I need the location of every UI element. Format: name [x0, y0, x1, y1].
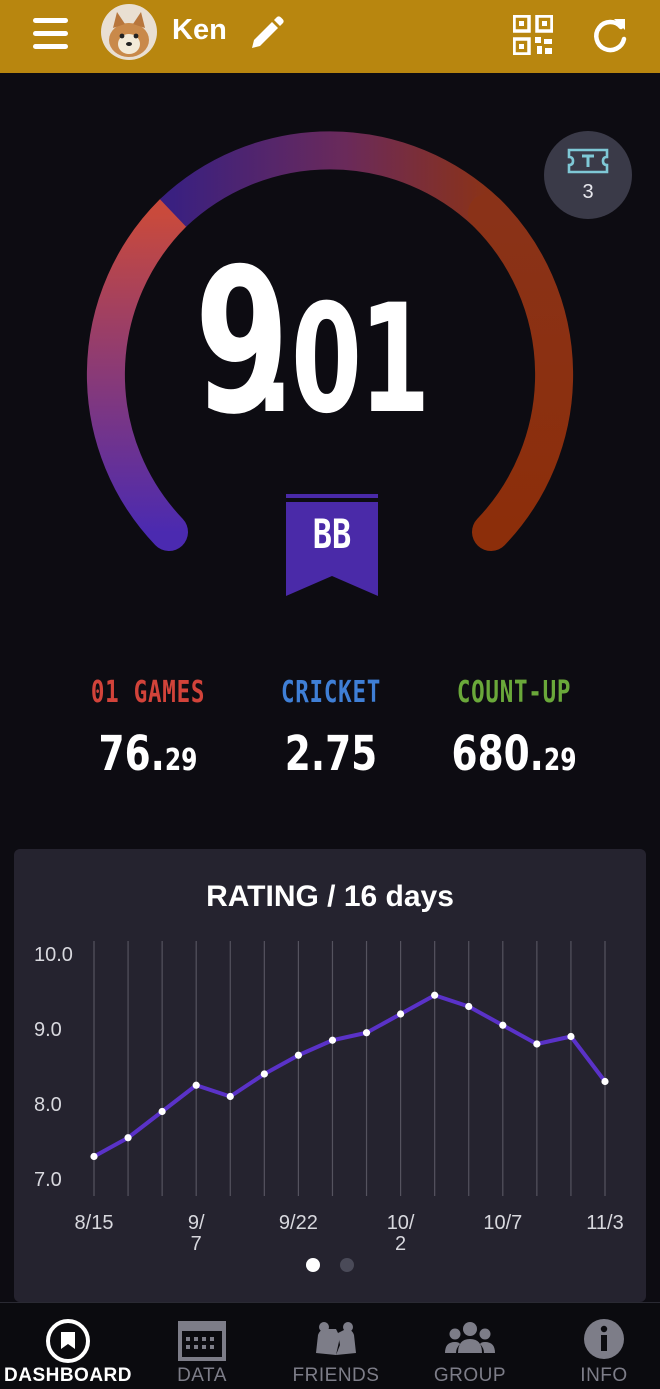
- avatar[interactable]: [101, 4, 157, 60]
- chart-x-tick-label: 9/22: [279, 1212, 318, 1234]
- group-icon: [445, 1322, 495, 1353]
- ticket-button[interactable]: 3: [544, 131, 632, 219]
- chart-x-tick-label: 9/7: [188, 1212, 205, 1255]
- stat-label: CRICKET: [280, 675, 382, 710]
- nav-dashboard[interactable]: DASHBOARD: [2, 1303, 134, 1389]
- pencil-icon[interactable]: [246, 14, 286, 54]
- stat-label: 01 GAMES: [90, 675, 206, 710]
- chart-y-tick-label: 7.0: [34, 1169, 62, 1191]
- bottom-nav: DASHBOARD DATA FRIENDS GROUP INFO: [0, 1302, 660, 1389]
- chart-point: [294, 1051, 302, 1059]
- stat-value: 76.29: [98, 726, 198, 782]
- stat-label: COUNT-UP: [456, 675, 572, 710]
- calendar-icon: [178, 1321, 226, 1361]
- username[interactable]: Ken: [172, 14, 227, 47]
- info-icon: [584, 1319, 624, 1359]
- chart-point: [362, 1029, 371, 1037]
- stat-01-games: 01 GAMES 76.29: [48, 675, 248, 782]
- qr-code-icon[interactable]: [513, 15, 553, 55]
- stat-value: 2.75: [284, 726, 378, 782]
- stat-cricket: CRICKET 2.75: [231, 675, 431, 782]
- chart-x-tick-label: 11/3: [586, 1212, 623, 1234]
- hamburger-icon[interactable]: [33, 18, 68, 50]
- gauge-arc-top: [159, 131, 501, 227]
- chart-series-line: [93, 993, 607, 1159]
- chart-point: [158, 1107, 166, 1116]
- pager-dots: [0, 1258, 660, 1277]
- chart-x-tick-label: 10/2: [387, 1212, 415, 1255]
- chart-point: [90, 1152, 98, 1161]
- rating-chart: 7.0 8.0 9.0 10.0 8/15 9/7 9/22 10/2 10/7 11/3: [34, 941, 624, 1255]
- nav-data[interactable]: DATA: [136, 1303, 268, 1389]
- pager-dot-1[interactable]: [306, 1258, 320, 1272]
- dashboard-icon: [46, 1319, 90, 1363]
- chart-point: [533, 1040, 541, 1048]
- chart-point: [499, 1021, 507, 1029]
- nav-info[interactable]: INFO: [538, 1303, 660, 1389]
- chart-point: [601, 1077, 609, 1086]
- friends-icon: [316, 1322, 356, 1355]
- nav-friends[interactable]: FRIENDS: [270, 1303, 402, 1389]
- stat-value: 680.29: [451, 726, 577, 782]
- stat-count-up: COUNT-UP 680.29: [414, 675, 614, 782]
- ticket-count: 3: [582, 181, 594, 203]
- app-header: Ken: [0, 0, 660, 73]
- nav-group[interactable]: GROUP: [404, 1303, 536, 1389]
- chart-y-tick-label: 8.0: [34, 1094, 62, 1116]
- chart-point: [226, 1092, 234, 1101]
- chart-y-tick-label: 9.0: [34, 1019, 62, 1041]
- pager-dot-2[interactable]: [340, 1258, 354, 1272]
- chart-point: [124, 1134, 132, 1142]
- chart-x-tick-label: 8/15: [75, 1212, 114, 1234]
- chart-point: [328, 1036, 337, 1044]
- rating-value: 9.01: [194, 226, 430, 459]
- chart-point: [260, 1070, 268, 1078]
- chart-point: [465, 1002, 473, 1011]
- chart-y-tick-label: 10.0: [34, 944, 73, 966]
- chart-x-tick-label: 10/7: [483, 1212, 522, 1234]
- class-badge-label: BB: [312, 512, 352, 558]
- ticket-icon: [567, 148, 609, 174]
- refresh-icon[interactable]: [590, 15, 630, 55]
- chart-point: [431, 991, 439, 999]
- chart-point: [567, 1032, 575, 1041]
- chart-point: [192, 1081, 200, 1089]
- chart-point: [397, 1010, 405, 1018]
